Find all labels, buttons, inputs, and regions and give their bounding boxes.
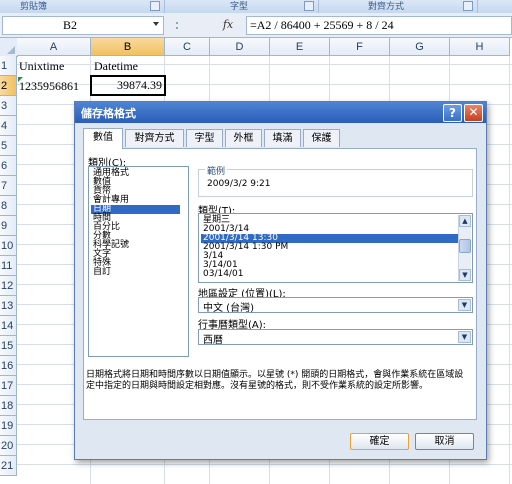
chevron-down-icon[interactable] (153, 22, 159, 26)
ribbon-separator (318, 0, 319, 13)
cell-b1[interactable]: Datetime (94, 57, 138, 76)
formula-input[interactable]: =A2 / 86400 + 25569 + 8 / 24 (246, 16, 512, 35)
row-header-21[interactable]: 21 (0, 456, 17, 476)
tab-number[interactable]: 數值 (83, 128, 123, 149)
tab-font[interactable]: 字型 (186, 129, 223, 147)
name-box[interactable]: B2 (2, 16, 164, 35)
locale-select[interactable]: 中文 (台灣) ▼ (198, 297, 473, 314)
sample-group: 範例 2009/3/2 9:21 (198, 164, 473, 197)
row-header-3[interactable]: 3 (0, 96, 17, 116)
row-header-10[interactable]: 10 (0, 236, 17, 256)
insert-function-icon[interactable]: fx (218, 16, 238, 33)
scroll-thumb[interactable] (459, 239, 471, 253)
formula-controls: fx (166, 16, 246, 33)
column-header-b[interactable]: B (91, 38, 165, 56)
scroll-up-icon[interactable]: ▲ (459, 215, 471, 227)
chevron-down-icon[interactable]: ▼ (458, 299, 471, 311)
tab-alignment[interactable]: 對齊方式 (125, 129, 184, 147)
ribbon-separator (164, 0, 165, 13)
tab-protection[interactable]: 保護 (303, 129, 340, 147)
row-header-14[interactable]: 14 (0, 316, 17, 336)
row-header-5[interactable]: 5 (0, 136, 17, 156)
ribbon-group-clipboard: 剪貼簿 (20, 2, 48, 12)
column-header-e[interactable]: E (270, 38, 330, 56)
alignment-launcher-icon[interactable] (463, 1, 473, 11)
ribbon-group-labels: 剪貼簿 字型 對齊方式 (0, 0, 512, 14)
row-header-17[interactable]: 17 (0, 376, 17, 396)
cell-b2-active[interactable]: 39874.39 (90, 75, 166, 96)
close-icon[interactable]: ✕ (464, 104, 483, 122)
format-cells-dialog: 儲存格格式 ? ✕ 數值 對齊方式 字型 外框 填滿 保護 類別(C): 通用格… (74, 101, 487, 460)
type-item[interactable]: 03/14/01 (201, 270, 245, 279)
ribbon-group-alignment: 對齊方式 (368, 2, 405, 12)
type-list-scrollbar[interactable]: ▲ ▼ (458, 215, 471, 281)
row-header-8[interactable]: 8 (0, 196, 17, 216)
column-header-g[interactable]: G (390, 38, 450, 56)
row-header-16[interactable]: 16 (0, 356, 17, 376)
row-header-7[interactable]: 7 (0, 176, 17, 196)
row-header-18[interactable]: 18 (0, 396, 17, 416)
category-item-custom[interactable]: 自訂 (91, 268, 113, 277)
row-header-12[interactable]: 12 (0, 276, 17, 296)
cancel-button[interactable]: 取消 (415, 433, 474, 450)
select-all-corner[interactable] (0, 38, 18, 57)
row-header-19[interactable]: 19 (0, 416, 17, 436)
formula-text: =A2 / 86400 + 25569 + 8 / 24 (250, 18, 394, 32)
clipboard-launcher-icon[interactable] (150, 1, 160, 11)
row-header-20[interactable]: 20 (0, 436, 17, 456)
calendar-value: 西曆 (203, 335, 223, 346)
format-description: 日期格式將日期和時間序數以日期值顯示。以星號 (*) 開頭的日期格式，會與作業系… (86, 370, 464, 391)
cell-a1[interactable]: Unixtime (19, 57, 64, 76)
scroll-down-icon[interactable]: ▼ (459, 269, 471, 281)
row-header-13[interactable]: 13 (0, 296, 17, 316)
type-list[interactable]: 星期三 2001/3/14 2001/3/14 13:30 2001/3/14 … (198, 213, 473, 283)
column-header-f[interactable]: F (330, 38, 390, 56)
font-launcher-icon[interactable] (304, 1, 314, 11)
select-all-icon (7, 46, 15, 54)
chevron-down-icon[interactable]: ▼ (458, 331, 471, 343)
tab-fill[interactable]: 填滿 (264, 129, 301, 147)
cell-a2[interactable]: 1235956861 (19, 77, 79, 96)
sample-label: 範例 (205, 164, 228, 177)
row-header-1[interactable]: 1 (0, 56, 17, 76)
row-header-6[interactable]: 6 (0, 156, 17, 176)
dialog-title-bar[interactable]: 儲存格格式 ? ✕ (75, 102, 486, 123)
column-header-h[interactable]: H (450, 38, 510, 56)
calendar-select[interactable]: 西曆 ▼ (198, 329, 473, 346)
ok-button[interactable]: 確定 (350, 433, 409, 450)
sample-value: 2009/3/2 9:21 (207, 179, 271, 189)
dialog-title: 儲存格格式 (81, 107, 136, 120)
row-header-9[interactable]: 9 (0, 216, 17, 236)
help-icon[interactable]: ? (443, 104, 462, 122)
column-header-d[interactable]: D (210, 38, 270, 56)
row-header-15[interactable]: 15 (0, 336, 17, 356)
ribbon-group-font: 字型 (230, 2, 249, 12)
tab-border[interactable]: 外框 (225, 129, 262, 147)
splitter-handle[interactable] (176, 22, 180, 29)
row-header-4[interactable]: 4 (0, 116, 17, 136)
row-header-11[interactable]: 11 (0, 256, 17, 276)
row-header-2[interactable]: 2 (0, 76, 17, 96)
error-indicator-icon (18, 77, 23, 82)
column-header-a[interactable]: A (17, 38, 91, 56)
formula-bar: B2 fx =A2 / 86400 + 25569 + 8 / 24 (0, 13, 512, 38)
ribbon-separator (477, 0, 478, 13)
column-header-c[interactable]: C (165, 38, 210, 56)
category-list[interactable]: 通用格式 數值 貨幣 會計專用 日期 時間 百分比 分數 科學記號 文字 特殊 … (88, 166, 189, 357)
locale-value: 中文 (台灣) (203, 303, 254, 314)
name-box-value: B2 (63, 18, 78, 32)
